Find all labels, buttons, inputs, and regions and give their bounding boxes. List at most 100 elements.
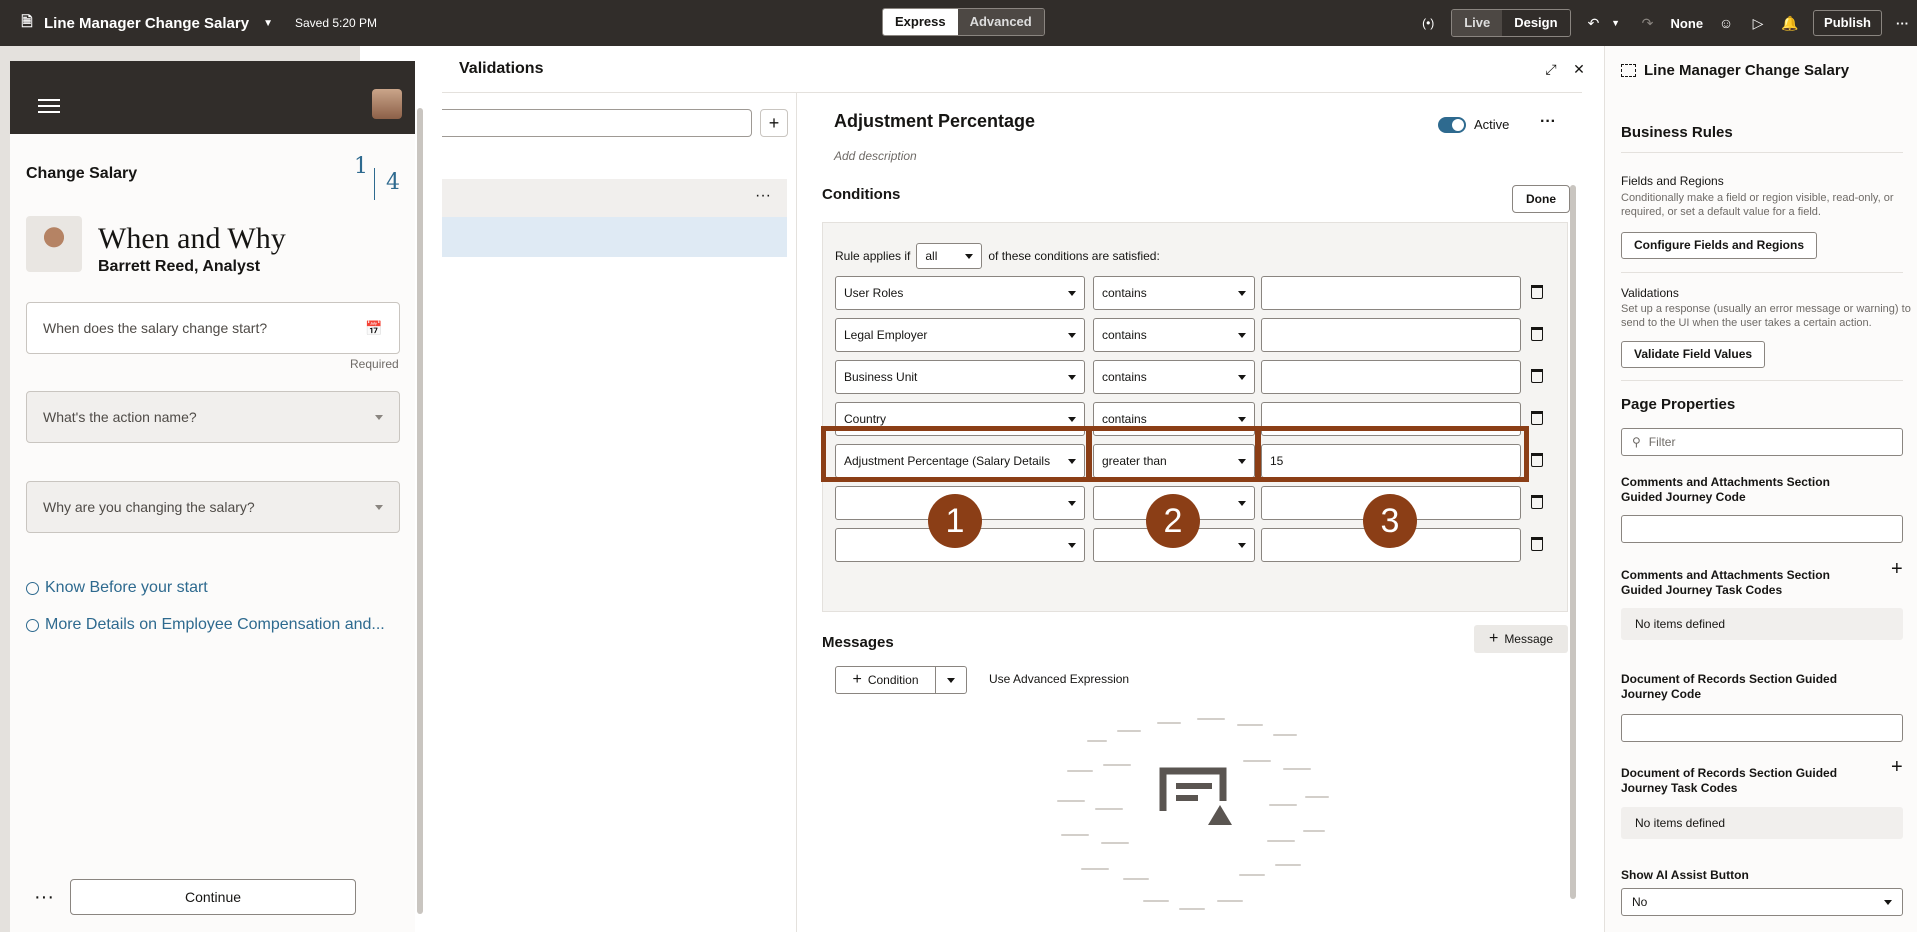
continue-button[interactable]: Continue (70, 879, 356, 915)
search-input[interactable] (442, 109, 752, 137)
close-icon[interactable]: ✕ (1570, 60, 1588, 78)
trash-icon[interactable] (1531, 453, 1543, 467)
rules-list: + ··· (442, 93, 797, 932)
highlight-value (1255, 426, 1529, 482)
plus-icon[interactable]: + (1891, 756, 1903, 779)
publish-button[interactable]: Publish (1813, 10, 1882, 36)
filter-input[interactable]: ⚲ Filter (1621, 428, 1903, 456)
date-field[interactable]: When does the salary change start? 📅 (26, 302, 400, 354)
field-select[interactable]: Legal Employer (835, 318, 1085, 352)
more-details-link[interactable]: More Details on Employee Compensation an… (26, 616, 385, 634)
business-rules-heading: Business Rules (1621, 124, 1733, 141)
callout-badge-2: 2 (1146, 494, 1200, 548)
value-input[interactable] (1261, 276, 1521, 310)
field-select[interactable]: Business Unit (835, 360, 1085, 394)
express-button[interactable]: Express (883, 9, 958, 35)
more-actions-icon[interactable]: ··· (34, 886, 54, 909)
advanced-button[interactable]: Advanced (957, 9, 1044, 35)
add-condition-button[interactable]: + Condition (835, 666, 967, 694)
action-name-select[interactable]: What's the action name? (26, 391, 400, 443)
dor-journey-code-input[interactable] (1621, 714, 1903, 742)
chevron-down-icon (1238, 374, 1246, 380)
chevron-down-icon (1238, 416, 1246, 422)
plus-icon[interactable]: + (1891, 558, 1903, 581)
compass-icon (26, 618, 39, 632)
divider (1621, 380, 1903, 381)
validations-desc: Set up a response (usually an error mess… (1621, 303, 1911, 329)
divider (1621, 152, 1903, 153)
know-before-link[interactable]: Know Before your start (26, 579, 208, 597)
chevron-down-icon (1068, 332, 1076, 338)
condition-button-main[interactable]: + Condition (836, 667, 936, 693)
operator-value: contains (1102, 286, 1147, 300)
advanced-expression-link[interactable]: Use Advanced Expression (989, 672, 1129, 686)
date-field-label: When does the salary change start? (43, 320, 268, 336)
scrollbar[interactable] (417, 108, 423, 914)
scrollbar[interactable] (1570, 185, 1576, 899)
guided-journey-code-input[interactable] (1621, 515, 1903, 543)
operator-select[interactable]: contains (1093, 360, 1255, 394)
operator-value: contains (1102, 328, 1147, 342)
field-select[interactable]: User Roles (835, 276, 1085, 310)
page-title: Line Manager Change Salary (44, 14, 250, 32)
design-button[interactable]: Design (1502, 10, 1570, 36)
undo-icon[interactable]: ↶ (1585, 14, 1603, 32)
employee-name: Barrett Reed, Analyst (98, 258, 261, 275)
trash-icon[interactable] (1531, 369, 1543, 383)
avatar[interactable] (372, 89, 402, 119)
add-rule-button[interactable]: + (760, 109, 788, 137)
reason-select[interactable]: Why are you changing the salary? (26, 481, 400, 533)
configure-fields-button[interactable]: Configure Fields and Regions (1621, 232, 1818, 259)
chevron-down-icon (375, 504, 383, 510)
ai-assist-select[interactable]: No (1621, 888, 1903, 916)
list-item[interactable] (442, 217, 787, 257)
add-message-button[interactable]: + Message (1474, 625, 1568, 653)
messages-heading: Messages (822, 634, 894, 651)
more-icon[interactable]: ··· (1896, 16, 1909, 31)
hamburger-icon[interactable] (38, 95, 60, 117)
calendar-icon[interactable]: 📅 (365, 319, 383, 337)
trash-icon[interactable] (1531, 495, 1543, 509)
region-icon (1621, 64, 1636, 77)
divider (1621, 272, 1903, 273)
none-label[interactable]: None (1671, 16, 1704, 31)
redo-icon[interactable]: ↷ (1639, 14, 1657, 32)
panel-title: Line Manager Change Salary (1644, 62, 1850, 79)
callout-badge-1: 1 (928, 494, 982, 548)
app-title[interactable]: 🗎 Line Manager Change Salary ▼ Saved 5:2… (18, 13, 377, 32)
rule-title[interactable]: Adjustment Percentage (834, 111, 1035, 132)
value-input[interactable] (1261, 318, 1521, 352)
search-icon: ⚲ (1632, 435, 1641, 449)
bell-icon[interactable]: 🔔 (1781, 14, 1799, 32)
expand-icon[interactable]: ⤢ (1542, 60, 1560, 78)
trash-icon[interactable] (1531, 327, 1543, 341)
chevron-down-icon (1238, 332, 1246, 338)
callout-badge-3: 3 (1363, 494, 1417, 548)
condition-menu-button[interactable] (936, 667, 966, 693)
live-button[interactable]: Live (1452, 10, 1503, 36)
trash-icon[interactable] (1531, 537, 1543, 551)
play-icon[interactable]: ▷ (1749, 14, 1767, 32)
trash-icon[interactable] (1531, 285, 1543, 299)
match-select[interactable]: all (916, 243, 983, 269)
active-toggle[interactable] (1438, 117, 1466, 133)
view-switch: Live Design (1451, 9, 1571, 37)
validate-field-values-button[interactable]: Validate Field Values (1621, 341, 1766, 368)
list-header: ··· (442, 179, 787, 217)
chevron-down-icon[interactable]: ▼ (263, 18, 273, 29)
undo-menu-icon[interactable]: ▼ (1607, 14, 1625, 32)
trash-icon[interactable] (1531, 411, 1543, 425)
smiley-icon[interactable]: ☺ (1717, 14, 1735, 32)
expression-icon[interactable]: (•) (1419, 14, 1437, 32)
more-icon[interactable]: ··· (755, 187, 771, 205)
message-label: Message (1504, 632, 1554, 646)
operator-select[interactable]: contains (1093, 276, 1255, 310)
value-input[interactable] (1261, 360, 1521, 394)
fields-regions-desc: Conditionally make a field or region vis… (1621, 192, 1894, 218)
property-label: Document of Records Section Guided Journ… (1621, 672, 1838, 701)
done-button[interactable]: Done (1512, 185, 1570, 213)
more-icon[interactable]: ··· (1540, 113, 1556, 131)
operator-select[interactable]: contains (1093, 318, 1255, 352)
highlight-operator (1087, 426, 1261, 482)
add-description[interactable]: Add description (834, 149, 917, 163)
